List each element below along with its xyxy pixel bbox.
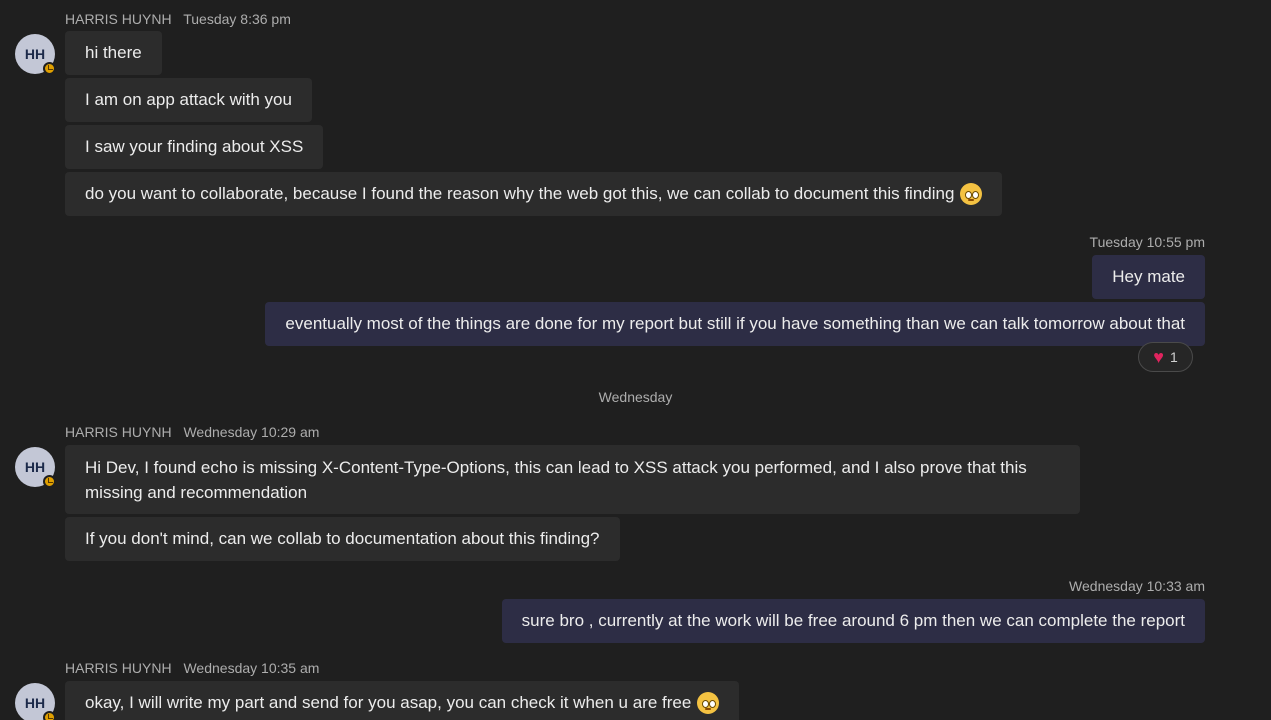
message-timestamp: Tuesday 10:55 pm	[1089, 234, 1205, 250]
message-header: HARRIS HUYNH Wednesday 10:35 am	[65, 660, 319, 676]
message-bubble[interactable]: I am on app attack with you	[65, 78, 312, 122]
message-bubble[interactable]: hi there	[65, 31, 162, 75]
reaction-badge[interactable]: ♥ 1	[1138, 342, 1193, 372]
message-timestamp: Wednesday 10:29 am	[183, 424, 320, 440]
day-separator: Wednesday	[598, 389, 673, 405]
sender-name: HARRIS HUYNH	[65, 424, 172, 440]
smile-emoji-icon	[960, 183, 983, 205]
avatar[interactable]: HH	[15, 447, 56, 488]
message-timestamp: Wednesday 10:35 am	[183, 660, 320, 676]
avatar-initials: HH	[24, 459, 46, 475]
message-header: HARRIS HUYNH Wednesday 10:29 am	[65, 424, 319, 440]
message-header: HARRIS HUYNH Tuesday 8:36 pm	[65, 11, 291, 27]
smile-emoji-icon	[697, 692, 720, 714]
message-text: I saw your finding about XSS	[85, 137, 304, 156]
avatar-initials: HH	[24, 695, 46, 711]
heart-icon: ♥	[1153, 347, 1164, 367]
avatar[interactable]: HH	[15, 34, 56, 75]
message-text: do you want to collaborate, because I fo…	[85, 184, 955, 203]
avatar-initials: HH	[24, 46, 46, 62]
message-text: If you don't mind, can we collab to docu…	[85, 529, 600, 548]
avatar[interactable]: HH	[15, 683, 56, 720]
message-text: hi there	[85, 43, 142, 62]
message-bubble[interactable]: Hey mate	[1092, 255, 1205, 299]
message-text: Hey mate	[1112, 267, 1185, 286]
sender-name: HARRIS HUYNH	[65, 11, 172, 27]
away-status-icon	[43, 475, 56, 488]
sender-name: HARRIS HUYNH	[65, 660, 172, 676]
away-status-icon	[43, 62, 56, 75]
message-bubble[interactable]: Hi Dev, I found echo is missing X-Conten…	[65, 445, 1080, 514]
message-bubble[interactable]: okay, I will write my part and send for …	[65, 681, 740, 720]
reaction-count: 1	[1169, 349, 1178, 365]
message-bubble[interactable]: eventually most of the things are done f…	[265, 302, 1205, 346]
message-timestamp: Wednesday 10:33 am	[1069, 578, 1205, 594]
message-bubble[interactable]: I saw your finding about XSS	[65, 125, 324, 169]
message-bubble[interactable]: sure bro , currently at the work will be…	[501, 599, 1205, 643]
message-text: eventually most of the things are done f…	[285, 314, 1185, 333]
message-timestamp: Tuesday 8:36 pm	[183, 11, 291, 27]
message-text: I am on app attack with you	[85, 90, 292, 109]
message-text: Hi Dev, I found echo is missing X-Conten…	[85, 457, 1027, 502]
away-status-icon	[43, 711, 56, 720]
message-bubble[interactable]: If you don't mind, can we collab to docu…	[65, 517, 620, 561]
message-text: okay, I will write my part and send for …	[85, 693, 692, 712]
chat-thread: HARRIS HUYNH Tuesday 8:36 pm HH hi there…	[0, 0, 1271, 720]
message-text: sure bro , currently at the work will be…	[521, 611, 1185, 630]
message-bubble[interactable]: do you want to collaborate, because I fo…	[65, 172, 1003, 216]
